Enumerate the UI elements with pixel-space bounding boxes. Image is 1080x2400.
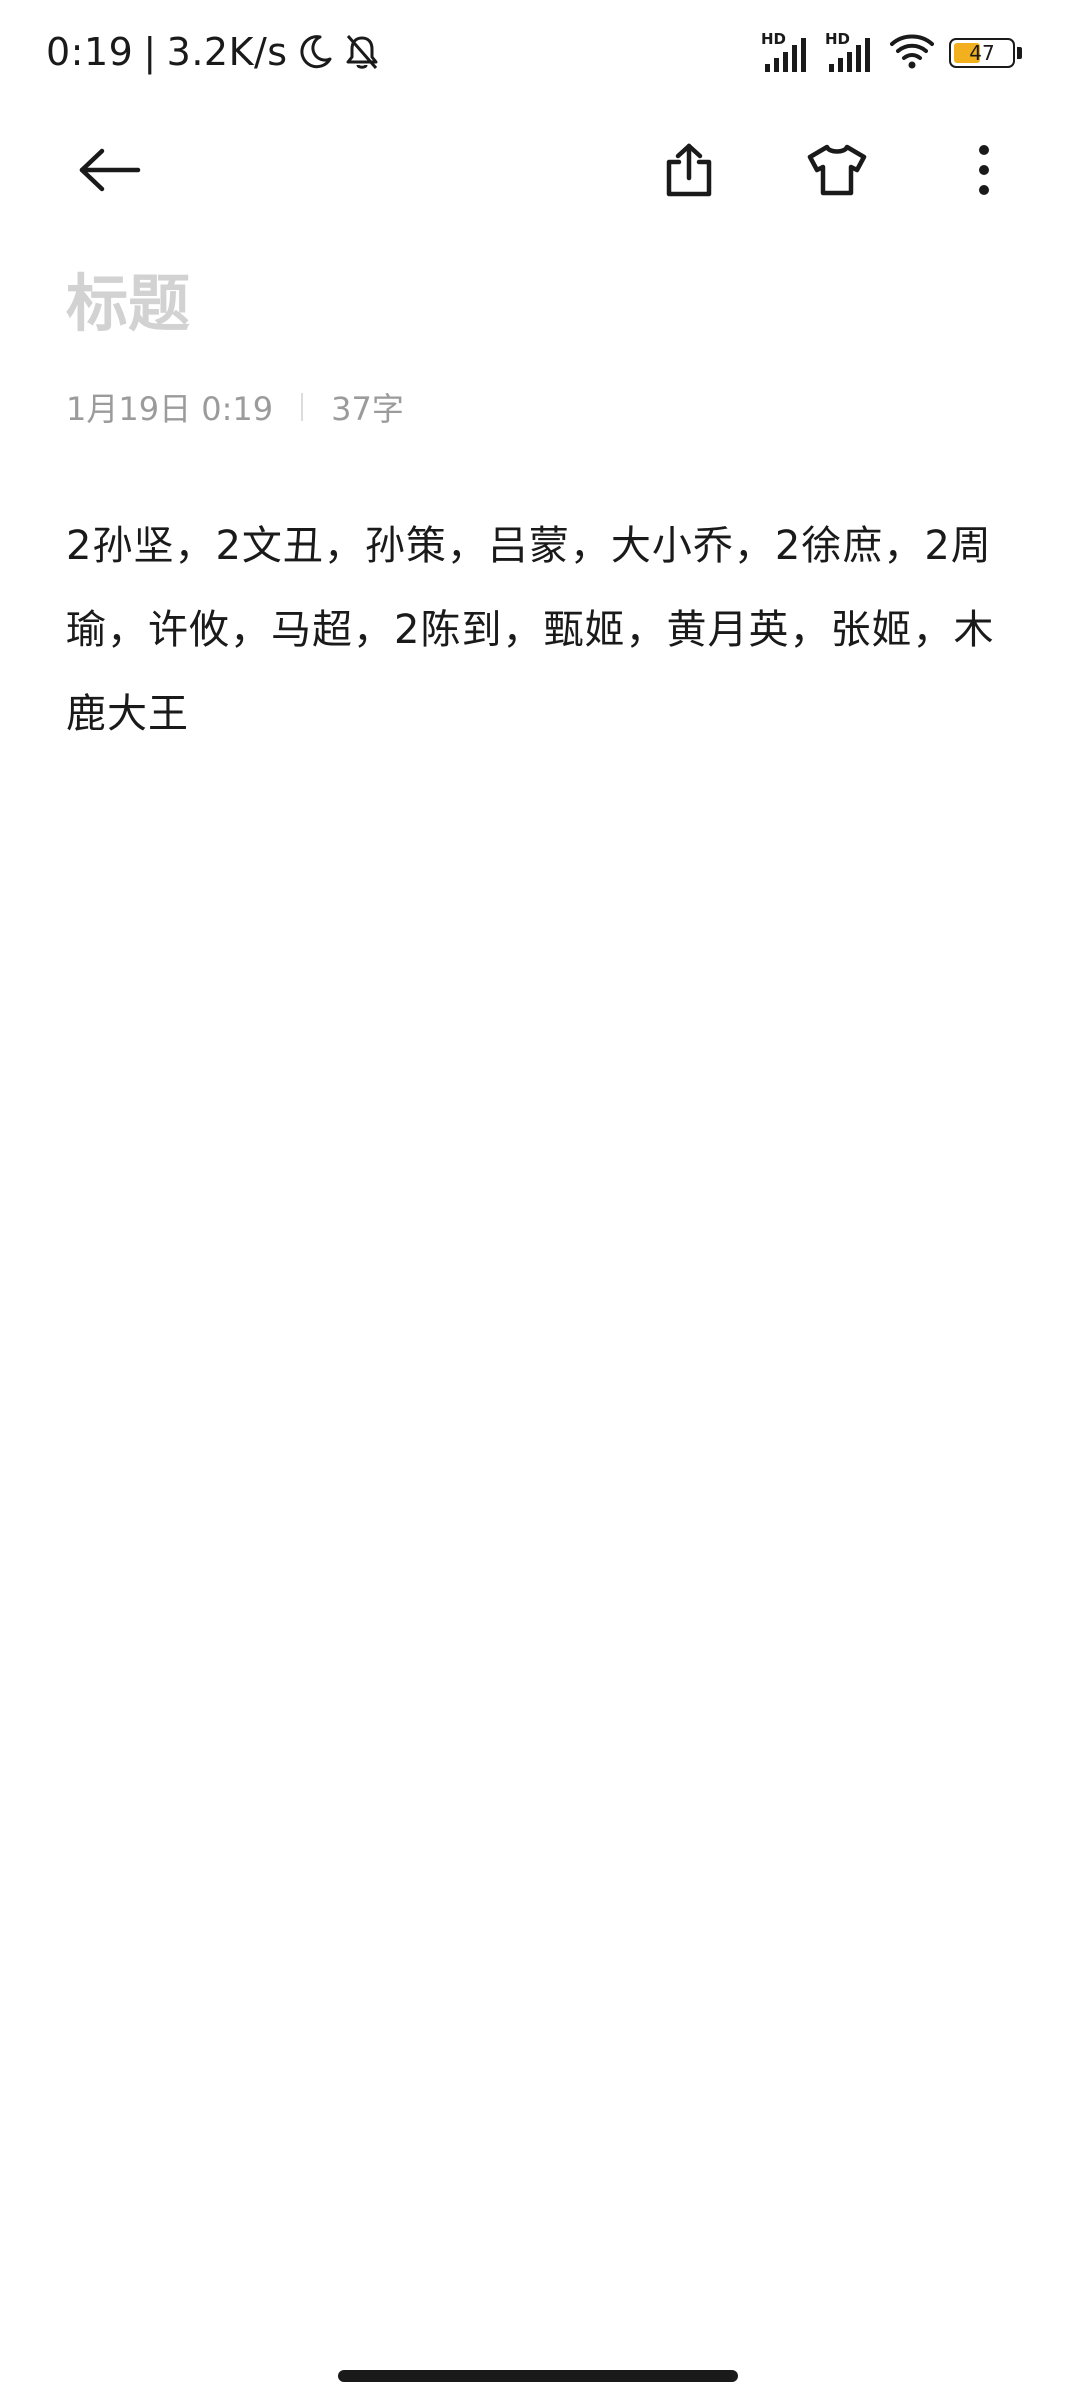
note-body-text[interactable]: 2孙坚，2文丑，孙策，吕蒙，大小乔，2徐庶，2周瑜，许攸，马超，2陈到，甄姬，黄… (66, 504, 1026, 756)
battery-tip (1017, 47, 1022, 59)
network-speed: 3.2K/s (166, 30, 288, 74)
theme-shirt-icon (806, 143, 868, 201)
status-separator: | (143, 30, 157, 74)
more-options-button[interactable] (932, 120, 1036, 224)
battery-level: 47 (969, 41, 995, 65)
back-button[interactable] (58, 120, 162, 224)
wifi-icon (889, 32, 935, 74)
char-count: 37字 (331, 390, 404, 428)
mute-bell-icon (342, 32, 382, 72)
share-icon (663, 142, 715, 202)
status-left: 0:19 | 3.2K/s (46, 26, 382, 78)
note-title-input[interactable]: 标题 (66, 262, 190, 346)
back-arrow-icon (78, 148, 142, 196)
status-time: 0:19 (46, 30, 134, 74)
battery-icon: 47 (949, 38, 1015, 68)
share-button[interactable] (637, 120, 741, 224)
signal-hd-icon: HD (825, 32, 875, 74)
status-right: HD HD 47 (761, 30, 1022, 76)
note-date: 1月19日 0:19 (66, 390, 274, 428)
moon-icon (296, 33, 334, 71)
meta-divider (301, 393, 304, 421)
note-meta: 1月19日 0:19 37字 (66, 384, 404, 430)
signal-hd-icon: HD (761, 32, 811, 74)
theme-button[interactable] (785, 120, 889, 224)
home-indicator[interactable] (338, 2370, 738, 2382)
more-vert-icon (976, 144, 992, 200)
toolbar (0, 120, 1080, 224)
status-bar: 0:19 | 3.2K/s HD HD 47 (0, 0, 1080, 104)
